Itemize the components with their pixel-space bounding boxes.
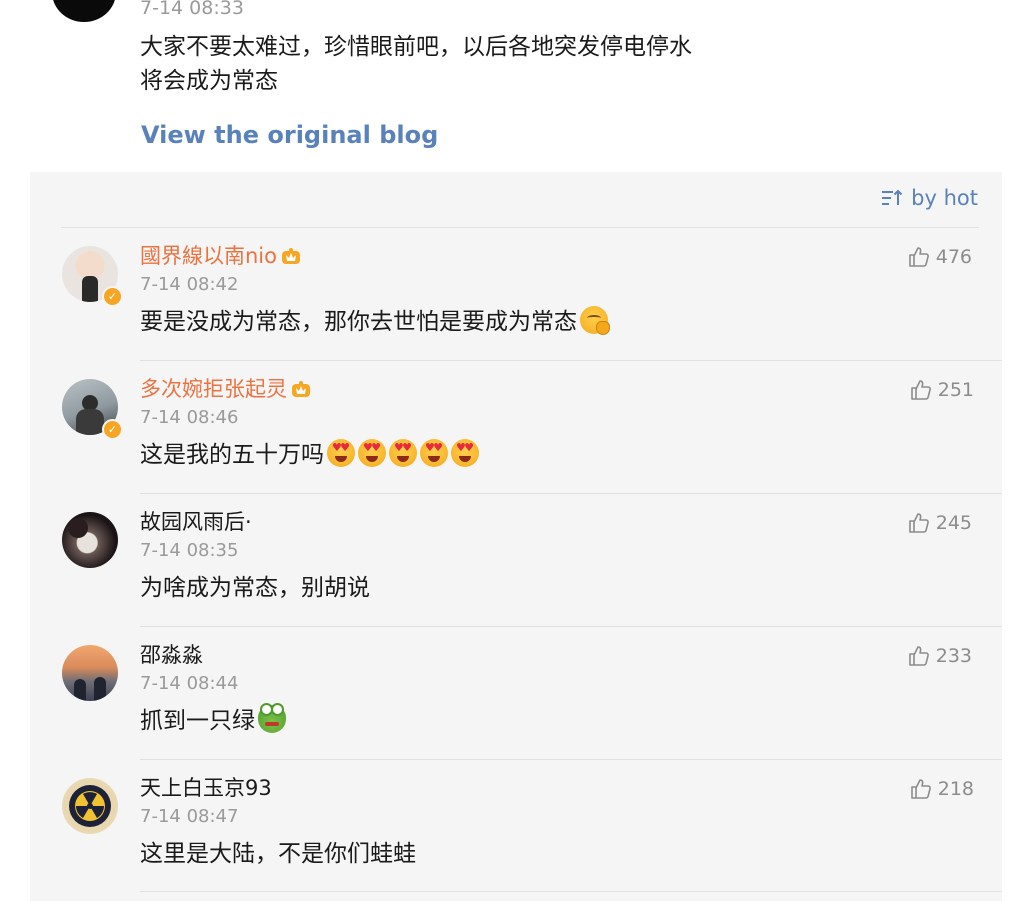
like-count: 233 — [935, 645, 972, 667]
thumbs-up-icon — [908, 645, 930, 667]
comment-text: 这是我的五十万吗 — [140, 439, 479, 471]
post-text: 大家不要太难过，珍惜眼前吧，以后各地突发停电停水 将会成为常态 — [140, 34, 692, 94]
comment-item: 天上白玉京93 7-14 08:47 这里是大陆，不是你们蛙蛙 218 — [30, 760, 1002, 893]
sort-label: by hot — [911, 186, 978, 210]
vip-crown-icon — [291, 378, 311, 397]
sort-by-hot-button[interactable]: by hot — [881, 186, 978, 210]
heart-eyes-icon — [389, 439, 417, 467]
comment-author[interactable]: 故园风雨后· — [140, 509, 252, 535]
vip-crown-icon — [281, 245, 301, 264]
comment-text: 要是没成为常态，那你去世怕是要成为常态 — [140, 306, 610, 338]
like-button[interactable]: 476 — [908, 246, 972, 268]
divider — [140, 891, 1002, 892]
thumbs-up-icon — [910, 778, 932, 800]
heart-eyes-icon — [327, 439, 355, 467]
comment-item: 邵淼淼 7-14 08:44 抓到一只绿 233 — [30, 627, 1002, 760]
like-button[interactable]: 218 — [910, 778, 974, 800]
comment-item: ✓ 多次婉拒张起灵 7-14 08:46 这是我的五十万吗 251 — [30, 361, 1002, 494]
comment-item: 故园风雨后· 7-14 08:35 为啥成为常态，别胡说 245 — [30, 494, 1002, 627]
comment-text: 这里是大陆，不是你们蛙蛙 — [140, 841, 416, 867]
comment-timestamp: 7-14 08:47 — [140, 806, 239, 827]
comment-author[interactable]: 多次婉拒张起灵 — [140, 376, 311, 402]
like-count: 245 — [935, 512, 972, 534]
heart-eyes-icon — [358, 439, 386, 467]
comment-timestamp: 7-14 08:46 — [140, 407, 239, 428]
heart-eyes-icon — [451, 439, 479, 467]
comment-timestamp: 7-14 08:35 — [140, 540, 239, 561]
like-count: 218 — [937, 778, 974, 800]
comment-text: 为啥成为常态，别胡说 — [140, 575, 370, 601]
comment-timestamp: 7-14 08:42 — [140, 274, 239, 295]
comment-author[interactable]: 國界線以南nio — [140, 243, 301, 269]
like-button[interactable]: 245 — [908, 512, 972, 534]
like-button[interactable]: 233 — [908, 645, 972, 667]
thumbs-up-icon — [908, 512, 930, 534]
thumbs-up-icon — [908, 246, 930, 268]
thumbs-up-icon — [910, 379, 932, 401]
like-count: 476 — [935, 246, 972, 268]
comment-author[interactable]: 邵淼淼 — [140, 642, 203, 668]
comments-panel: by hot ✓ 國界線以南nio 7-14 08:42 要是没成为常态，那你去… — [30, 172, 1002, 901]
view-original-blog-link[interactable]: View the original blog — [141, 118, 438, 152]
radiation-icon — [64, 780, 116, 832]
comment-timestamp: 7-14 08:44 — [140, 673, 239, 694]
sort-icon — [881, 188, 903, 208]
post-timestamp: 7-14 08:33 — [140, 0, 244, 19]
like-button[interactable]: 251 — [910, 379, 974, 401]
like-count: 251 — [937, 379, 974, 401]
verified-badge-icon: ✓ — [102, 419, 123, 440]
comment-author[interactable]: 天上白玉京93 — [140, 775, 272, 801]
verified-badge-icon: ✓ — [102, 286, 123, 307]
comment-text: 抓到一只绿 — [140, 703, 286, 737]
avatar[interactable] — [62, 778, 118, 834]
frog-icon — [258, 703, 286, 733]
avatar[interactable] — [62, 645, 118, 701]
heart-eyes-icon — [420, 439, 448, 467]
avatar[interactable] — [62, 512, 118, 568]
thinking-face-icon — [580, 306, 610, 335]
post-author-avatar[interactable] — [52, 0, 116, 22]
comment-item: ✓ 國界線以南nio 7-14 08:42 要是没成为常态，那你去世怕是要成为常… — [30, 228, 1002, 361]
